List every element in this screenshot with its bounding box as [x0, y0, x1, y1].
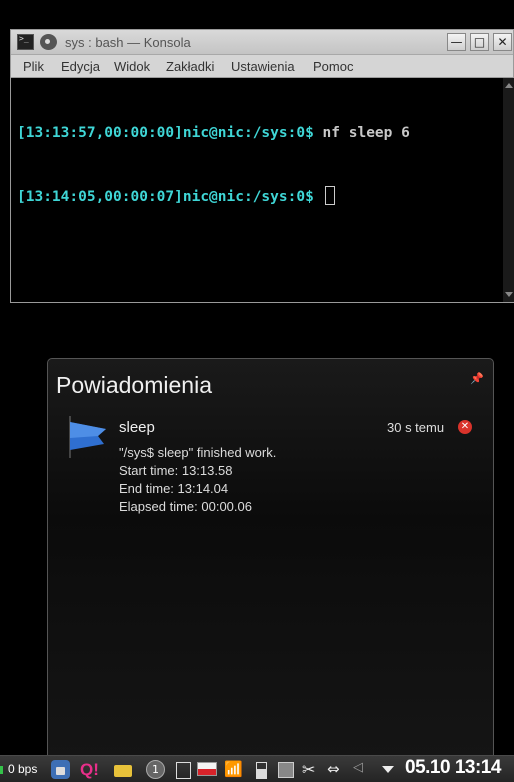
battery-icon[interactable]: [251, 760, 270, 779]
folder-icon[interactable]: [113, 760, 132, 779]
scroll-up-icon[interactable]: [505, 83, 513, 88]
notification-app-name: sleep: [119, 419, 155, 436]
window-menu-icon[interactable]: [40, 34, 57, 50]
shell-prompt: [13:13:57,00:00:00]nic@nic:/sys:0$: [17, 125, 314, 141]
shell-command: nf sleep 6: [313, 125, 410, 141]
window-title: sys : bash — Konsola: [65, 35, 191, 50]
terminal-scrollbar[interactable]: [503, 78, 514, 302]
notifications-panel: Powiadomienia 📌 sleep 30 s temu ✕ "/sys$…: [47, 358, 494, 758]
pin-icon[interactable]: 📌: [470, 372, 484, 385]
menu-zakladki[interactable]: Zakładki: [166, 59, 214, 74]
taskbar: 0 bps Q! 1 📶 ✂ ⇔ ◁ 05.10 13:14: [0, 755, 514, 782]
notifications-title: Powiadomienia: [56, 372, 212, 398]
menu-widok[interactable]: Widok: [114, 59, 150, 74]
notes-icon[interactable]: [276, 760, 295, 779]
app-flag-icon: [69, 416, 106, 458]
notification-body-line: Start time: 13:13.58: [119, 463, 233, 478]
terminal-line: [13:13:57,00:00:00]nic@nic:/sys:0$ nf sl…: [17, 123, 503, 144]
usb-icon[interactable]: ⇔: [327, 760, 346, 779]
volume-icon[interactable]: ◁: [353, 760, 372, 779]
menu-pomoc[interactable]: Pomoc: [313, 59, 353, 74]
menu-bar: Plik Edycja Widok Zakładki Ustawienia Po…: [11, 55, 513, 78]
shell-command: [314, 189, 323, 205]
lock-icon[interactable]: [51, 760, 70, 779]
q-icon[interactable]: Q!: [80, 760, 99, 779]
terminal-output[interactable]: [13:13:57,00:00:00]nic@nic:/sys:0$ nf sl…: [11, 78, 503, 302]
notification-body: "/sys$ sleep" finished work. Start time:…: [119, 444, 276, 516]
menu-edycja[interactable]: Edycja: [61, 59, 100, 74]
close-icon[interactable]: ✕: [458, 420, 472, 434]
notification-body-line: "/sys$ sleep" finished work.: [119, 445, 277, 460]
menu-plik[interactable]: Plik: [23, 59, 44, 74]
printer-icon[interactable]: [173, 760, 192, 779]
flag-pl-icon[interactable]: [197, 762, 217, 776]
scroll-down-icon[interactable]: [505, 292, 513, 297]
scissors-icon[interactable]: ✂: [302, 760, 321, 779]
text-cursor: [324, 186, 335, 205]
wifi-icon[interactable]: 📶: [224, 760, 243, 779]
konsole-window: sys : bash — Konsola — □ ✕ Plik Edycja W…: [10, 29, 514, 303]
maximize-button[interactable]: □: [470, 33, 489, 51]
network-speed[interactable]: 0 bps: [0, 762, 37, 776]
terminal-line: [13:14:05,00:00:07]nic@nic:/sys:0$: [17, 186, 503, 207]
notification-age: 30 s temu: [387, 420, 445, 435]
window-titlebar[interactable]: sys : bash — Konsola — □ ✕: [11, 30, 513, 55]
menu-ustawienia[interactable]: Ustawienia: [231, 59, 295, 74]
minimize-button[interactable]: —: [447, 33, 466, 51]
notification-body-line: Elapsed time: 00:00.06: [119, 499, 252, 514]
desktop-pager-icon[interactable]: 1: [146, 760, 165, 779]
expand-tray-icon[interactable]: [382, 766, 394, 773]
close-button[interactable]: ✕: [493, 33, 512, 51]
clock[interactable]: 05.10 13:14: [405, 757, 501, 779]
terminal-app-icon[interactable]: [17, 34, 34, 50]
shell-prompt: [13:14:05,00:00:07]nic@nic:/sys:0$: [17, 189, 314, 205]
notification-body-line: End time: 13:14.04: [119, 481, 229, 496]
